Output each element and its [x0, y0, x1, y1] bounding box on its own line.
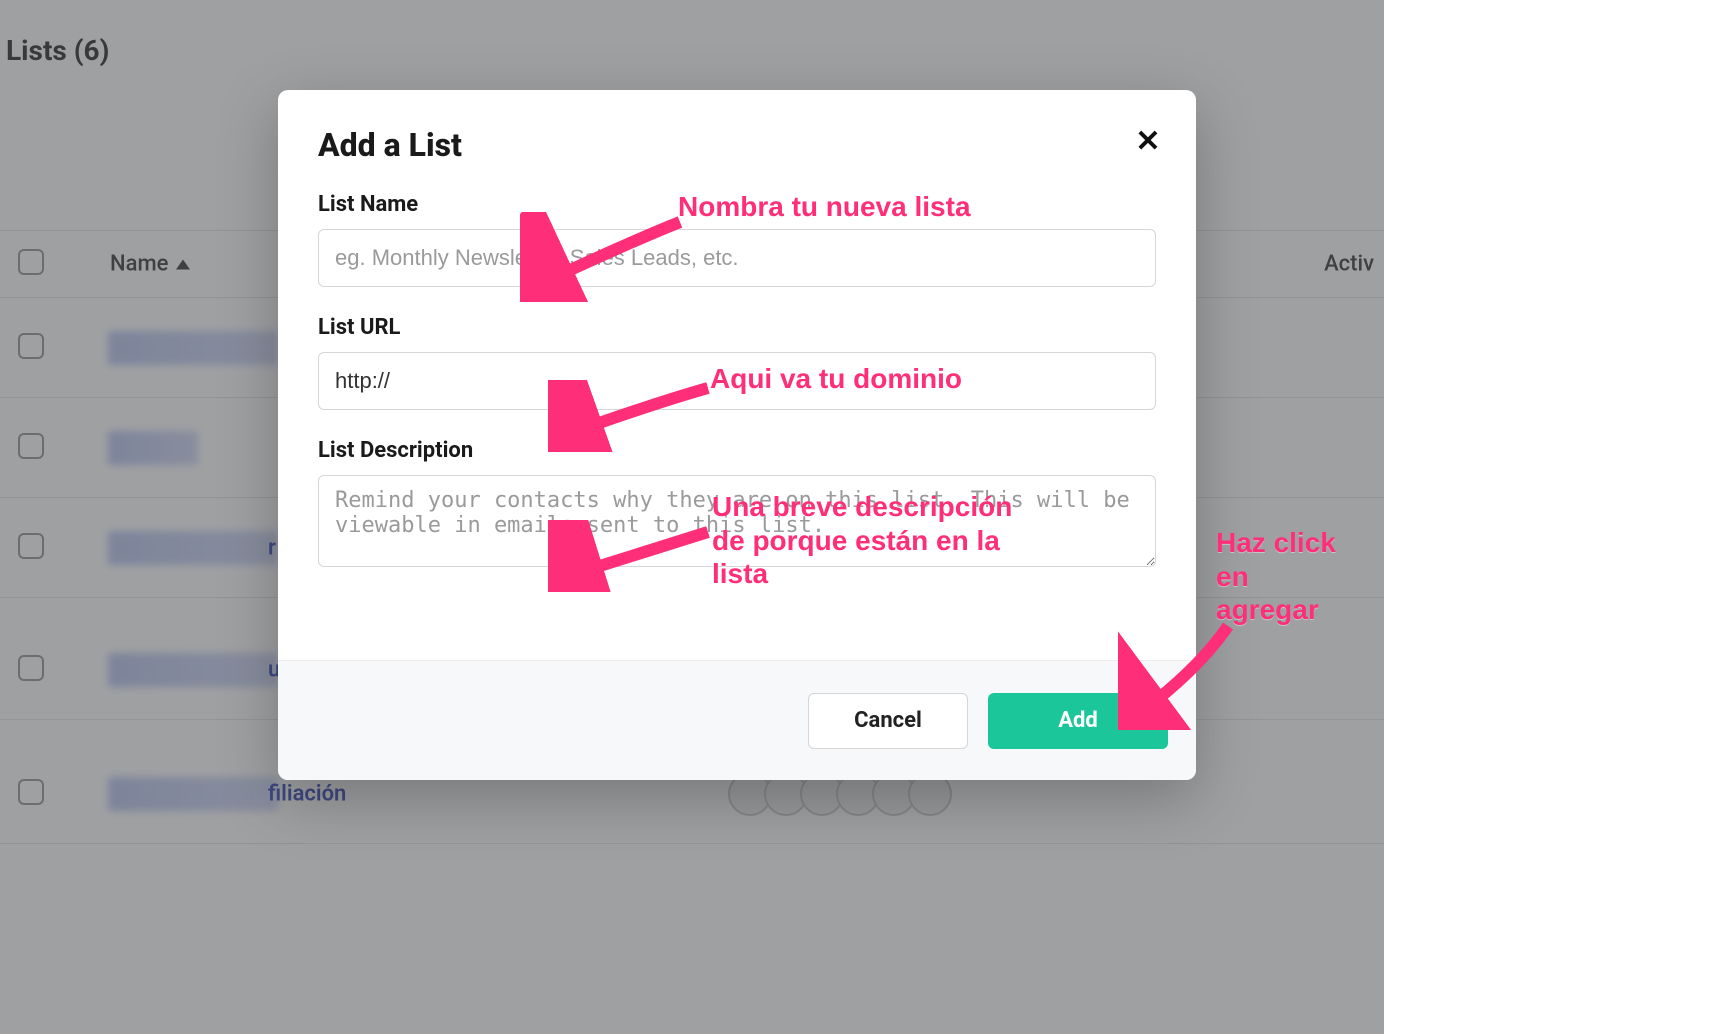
row-name-blurred [108, 777, 278, 811]
close-icon: ✕ [1135, 127, 1160, 157]
modal-footer: Cancel Add [278, 660, 1196, 780]
list-url-input[interactable] [318, 352, 1156, 410]
column-header-active[interactable]: Activ [1324, 252, 1374, 277]
list-name-label: List Name [318, 192, 1156, 217]
add-button-label: Add [1058, 708, 1098, 733]
row-name-blurred [108, 531, 278, 565]
sort-ascending-icon [176, 259, 190, 269]
list-url-label: List URL [318, 315, 1156, 340]
row-name-blurred [108, 331, 278, 365]
row-checkbox[interactable] [18, 655, 44, 685]
column-header-name-label: Name [110, 252, 168, 277]
modal-title: Add a List [318, 126, 1156, 164]
row-name-blurred [108, 431, 198, 465]
row-name-visible-fragment: r [268, 535, 276, 560]
row-checkbox[interactable] [18, 433, 44, 463]
right-blank-area [1384, 0, 1714, 1034]
add-list-modal: ✕ Add a List List Name List URL List Des… [278, 90, 1196, 780]
row-checkbox[interactable] [18, 533, 44, 563]
cancel-button-label: Cancel [854, 708, 922, 733]
list-name-input[interactable] [318, 229, 1156, 287]
row-checkbox[interactable] [18, 779, 44, 809]
add-button[interactable]: Add [988, 693, 1168, 749]
list-description-label: List Description [318, 438, 1156, 463]
row-name-visible-fragment: filiación [268, 781, 346, 806]
page-title: Lists (6) [6, 34, 109, 67]
row-name-blurred [108, 653, 278, 687]
column-header-name[interactable]: Name [110, 252, 190, 277]
row-checkbox[interactable] [18, 333, 44, 363]
list-description-textarea[interactable] [318, 475, 1156, 567]
cancel-button[interactable]: Cancel [808, 693, 968, 749]
close-button[interactable]: ✕ [1128, 122, 1168, 162]
select-all-checkbox[interactable] [18, 249, 44, 279]
